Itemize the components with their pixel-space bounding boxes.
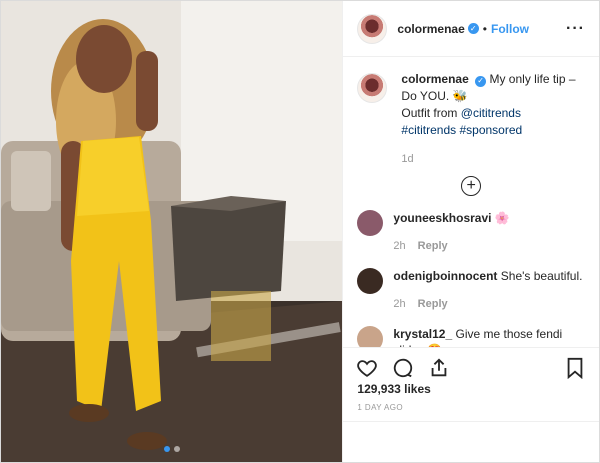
avatar[interactable] (357, 13, 388, 44)
mention-link[interactable]: @cititrends (461, 106, 521, 120)
comment-meta: 2h Reply (393, 238, 509, 254)
share-icon[interactable] (427, 356, 451, 380)
caption-body: colormenae ✓ My only life tip – Do YOU. … (401, 71, 585, 168)
comment-icon[interactable] (391, 356, 415, 380)
caption-outfit-text: Outfit from (401, 106, 458, 120)
carousel-dot-active[interactable] (163, 446, 170, 452)
caption-username[interactable]: colormenae (401, 72, 468, 86)
add-comment-area[interactable] (343, 421, 599, 463)
comment-body: krystal12_ Give me those fendi slides 😍 (393, 326, 585, 347)
post-date[interactable]: 1 DAY AGO (357, 403, 403, 412)
comment: odenigboinnocent She's beautiful. 2h Repl… (343, 268, 599, 312)
add-circle-icon[interactable]: + (461, 176, 482, 196)
caption-avatar[interactable] (357, 73, 388, 103)
post-image (1, 1, 343, 462)
caption-timestamp[interactable]: 1d (401, 151, 585, 168)
comment: youneeskhosravi 🌸 2h Reply (343, 210, 599, 254)
caption: colormenae ✓ My only life tip – Do YOU. … (343, 57, 599, 168)
carousel-dot[interactable] (173, 446, 180, 452)
comment-body: youneeskhosravi 🌸 2h Reply (393, 210, 509, 254)
comment-time[interactable]: 2h (393, 298, 405, 310)
post-side-panel: colormenae ✓ • Follow ··· colormenae ✓ M… (342, 1, 599, 462)
comment-meta: 2h Reply (393, 296, 582, 312)
comment-username[interactable]: krystal12_ (393, 327, 452, 341)
verified-badge-icon: ✓ (467, 23, 479, 34)
separator-dot: • (482, 21, 487, 36)
comment-username[interactable]: youneeskhosravi (393, 211, 491, 225)
more-options-icon[interactable]: ··· (566, 20, 585, 38)
carousel-dots (1, 446, 342, 452)
comment-text: 🌸 (494, 211, 510, 225)
reply-button[interactable]: Reply (418, 240, 448, 252)
comment-avatar[interactable] (357, 326, 384, 347)
verified-badge-icon: ✓ (475, 75, 487, 87)
heart-icon[interactable] (355, 356, 379, 380)
comment-avatar[interactable] (357, 268, 384, 294)
action-bar (343, 347, 599, 387)
post-header: colormenae ✓ • Follow ··· (343, 1, 599, 57)
comment-avatar[interactable] (357, 210, 384, 236)
comment-body: odenigboinnocent She's beautiful. 2h Repl… (393, 268, 582, 312)
hashtag-link[interactable]: #cititrends (401, 123, 456, 137)
comment-time[interactable]: 2h (393, 240, 405, 252)
likes-count[interactable]: 129,933 likes (357, 382, 430, 396)
post-photo[interactable] (1, 1, 343, 462)
follow-button[interactable]: Follow (491, 22, 529, 36)
post-username[interactable]: colormenae (397, 22, 464, 36)
comment: krystal12_ Give me those fendi slides 😍 (343, 326, 599, 347)
hashtag-link[interactable]: #sponsored (459, 123, 522, 137)
comments-section: colormenae ✓ My only life tip – Do YOU. … (343, 57, 599, 347)
bookmark-icon[interactable] (563, 356, 587, 380)
comment-text: She's beautiful. (500, 269, 583, 283)
instagram-post: colormenae ✓ • Follow ··· colormenae ✓ M… (0, 0, 600, 463)
reply-button[interactable]: Reply (418, 298, 448, 310)
comment-username[interactable]: odenigboinnocent (393, 269, 497, 283)
